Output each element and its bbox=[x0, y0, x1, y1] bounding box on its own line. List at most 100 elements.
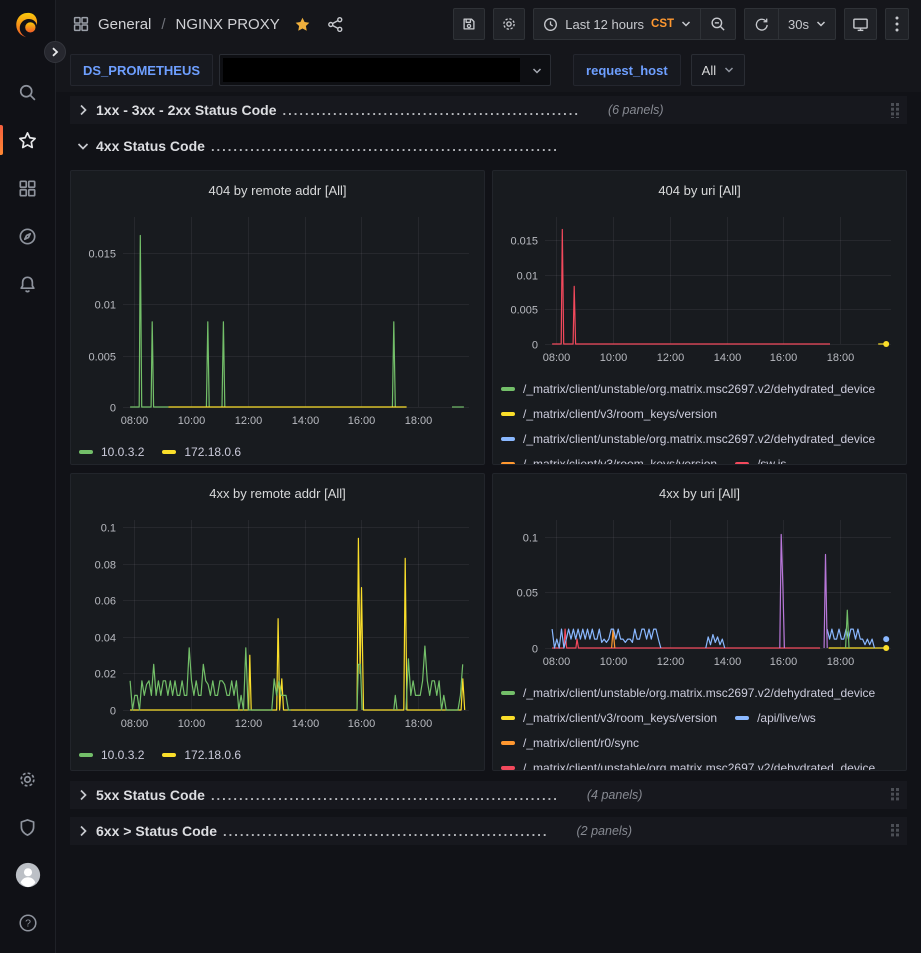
row-1xx-3xx-2xx[interactable]: 1xx - 3xx - 2xx Status Code ............… bbox=[70, 96, 907, 124]
legend-item[interactable]: 172.18.0.6 bbox=[162, 748, 241, 762]
row-leader-dots: ........................................… bbox=[211, 788, 559, 803]
legend-color-swatch bbox=[501, 691, 515, 695]
page-title[interactable]: NGINX PROXY bbox=[176, 16, 280, 33]
row-5xx[interactable]: 5xx Status Code ........................… bbox=[70, 781, 907, 809]
legend-item[interactable]: /_matrix/client/r0/sync bbox=[501, 736, 639, 750]
legend-item[interactable]: /_matrix/client/v3/room_keys/version bbox=[501, 407, 717, 421]
sidebar-item-profile[interactable] bbox=[0, 851, 55, 899]
variable-value-request-host[interactable]: All bbox=[691, 54, 745, 86]
legend-item[interactable]: 172.18.0.6 bbox=[162, 445, 241, 459]
save-dashboard-button[interactable] bbox=[453, 8, 485, 40]
panel-title[interactable]: 404 by remote addr [All] bbox=[79, 181, 476, 201]
legend-color-swatch bbox=[162, 450, 176, 454]
refresh-interval-button[interactable]: 30s bbox=[778, 9, 835, 39]
timeseries-plot[interactable]: 00.020.040.060.080.108:0010:0012:0014:00… bbox=[79, 520, 478, 734]
variable-label-request-host[interactable]: request_host bbox=[573, 54, 681, 86]
sidebar-item-search[interactable] bbox=[0, 68, 55, 116]
svg-text:14:00: 14:00 bbox=[714, 656, 742, 668]
svg-text:18:00: 18:00 bbox=[405, 415, 433, 427]
panel-title[interactable]: 404 by uri [All] bbox=[501, 181, 898, 201]
legend-item[interactable]: /_matrix/client/v3/room_keys/version bbox=[501, 711, 717, 725]
legend-item[interactable]: /_matrix/client/unstable/org.matrix.msc2… bbox=[501, 761, 875, 772]
drag-handle-icon[interactable] bbox=[889, 787, 901, 803]
sidebar-item-dashboards[interactable] bbox=[0, 164, 55, 212]
legend-label: 10.0.3.2 bbox=[101, 445, 144, 459]
legend-label: /_matrix/client/unstable/org.matrix.msc2… bbox=[523, 761, 875, 772]
sidebar: ? bbox=[0, 0, 56, 953]
legend-item[interactable]: /api/live/ws bbox=[735, 711, 816, 725]
refresh-button[interactable] bbox=[745, 9, 778, 39]
panel-title[interactable]: 4xx by uri [All] bbox=[501, 484, 898, 504]
legend-color-swatch bbox=[735, 462, 749, 466]
legend-item[interactable]: /_matrix/client/unstable/org.matrix.msc2… bbox=[501, 686, 875, 700]
chevron-down-icon bbox=[816, 20, 826, 28]
dashboard-scroll-area: 1xx - 3xx - 2xx Status Code ............… bbox=[56, 92, 921, 953]
legend-color-swatch bbox=[501, 741, 515, 745]
time-range-button[interactable]: Last 12 hours CST bbox=[534, 9, 700, 39]
shield-icon bbox=[18, 818, 37, 837]
avatar bbox=[15, 862, 41, 888]
svg-text:08:00: 08:00 bbox=[121, 415, 149, 427]
refresh-icon bbox=[754, 17, 769, 32]
legend-row: /_matrix/client/unstable/org.matrix.msc2… bbox=[501, 684, 898, 701]
legend-label: /_matrix/client/v3/room_keys/version bbox=[523, 711, 717, 725]
svg-text:0.005: 0.005 bbox=[510, 305, 538, 317]
svg-text:10:00: 10:00 bbox=[178, 718, 206, 730]
favorite-star-icon[interactable] bbox=[294, 16, 311, 33]
variable-label-ds-prometheus[interactable]: DS_PROMETHEUS bbox=[70, 54, 213, 86]
svg-text:16:00: 16:00 bbox=[348, 718, 376, 730]
legend-item[interactable]: /_matrix/client/v3/room_keys/version bbox=[501, 457, 717, 466]
sidebar-item-alerting[interactable] bbox=[0, 260, 55, 308]
legend-item[interactable]: /_matrix/client/unstable/org.matrix.msc2… bbox=[501, 432, 875, 446]
svg-text:12:00: 12:00 bbox=[657, 352, 685, 364]
more-options-button[interactable] bbox=[885, 8, 909, 40]
help-icon: ? bbox=[18, 913, 38, 933]
sidebar-item-configuration[interactable] bbox=[0, 755, 55, 803]
panel-title[interactable]: 4xx by remote addr [All] bbox=[79, 484, 476, 504]
row-leader-dots: ........................................… bbox=[283, 103, 580, 118]
svg-text:0.06: 0.06 bbox=[95, 596, 116, 608]
sidebar-item-server-admin[interactable] bbox=[0, 803, 55, 851]
chevron-right-icon bbox=[76, 788, 90, 802]
legend-label: /_matrix/client/unstable/org.matrix.msc2… bbox=[523, 382, 875, 396]
drag-handle-icon[interactable] bbox=[889, 823, 901, 839]
legend-item[interactable]: 10.0.3.2 bbox=[79, 748, 144, 762]
monitor-icon bbox=[852, 16, 869, 33]
sidebar-nav bbox=[0, 68, 55, 308]
sidebar-item-explore[interactable] bbox=[0, 212, 55, 260]
timeseries-plot[interactable]: 00.0050.010.01508:0010:0012:0014:0016:00… bbox=[501, 217, 900, 368]
sidebar-item-help[interactable]: ? bbox=[0, 899, 55, 947]
breadcrumb-section[interactable]: General bbox=[98, 16, 151, 33]
legend-item[interactable]: 10.0.3.2 bbox=[79, 445, 144, 459]
cycle-view-mode-button[interactable] bbox=[844, 8, 877, 40]
grafana-logo-icon[interactable] bbox=[13, 10, 43, 40]
legend-label: 10.0.3.2 bbox=[101, 748, 144, 762]
refresh-group: 30s bbox=[744, 8, 836, 40]
variables-bar: DS_PROMETHEUS request_host All bbox=[56, 48, 921, 92]
row-4xx[interactable]: 4xx Status Code ........................… bbox=[70, 132, 907, 160]
share-icon[interactable] bbox=[327, 16, 344, 33]
drag-handle-icon[interactable] bbox=[889, 102, 901, 118]
legend-item[interactable]: /sw.js bbox=[735, 457, 786, 466]
refresh-interval-label: 30s bbox=[788, 17, 809, 32]
timeseries-plot[interactable]: 00.050.108:0010:0012:0014:0016:0018:00 bbox=[501, 520, 900, 672]
variable-value-ds-prometheus[interactable] bbox=[219, 54, 551, 86]
chevron-down-icon bbox=[76, 139, 90, 153]
svg-text:18:00: 18:00 bbox=[405, 718, 433, 730]
legend-row: /_matrix/client/v3/room_keys/version/api… bbox=[501, 709, 898, 726]
legend-item[interactable]: /_matrix/client/unstable/org.matrix.msc2… bbox=[501, 382, 875, 396]
row-6xx[interactable]: 6xx > Status Code ......................… bbox=[70, 817, 907, 845]
svg-text:10:00: 10:00 bbox=[178, 415, 206, 427]
legend-color-swatch bbox=[735, 716, 749, 720]
legend-label: /_matrix/client/v3/room_keys/version bbox=[523, 457, 717, 466]
timeseries-plot[interactable]: 00.0050.010.01508:0010:0012:0014:0016:00… bbox=[79, 217, 478, 431]
svg-text:0: 0 bbox=[110, 706, 116, 718]
row-title: 6xx > Status Code bbox=[96, 823, 217, 839]
sidebar-item-starred[interactable] bbox=[0, 116, 55, 164]
dashboard-settings-button[interactable] bbox=[493, 8, 525, 40]
zoom-out-button[interactable] bbox=[700, 9, 735, 39]
panel-legend: 10.0.3.2 172.18.0.6 bbox=[79, 443, 476, 465]
sidebar-expand-button[interactable] bbox=[44, 41, 66, 63]
panel-4xx-by-remote-addr: 4xx by remote addr [All]00.020.040.060.0… bbox=[70, 473, 485, 771]
svg-text:0.015: 0.015 bbox=[510, 236, 538, 248]
